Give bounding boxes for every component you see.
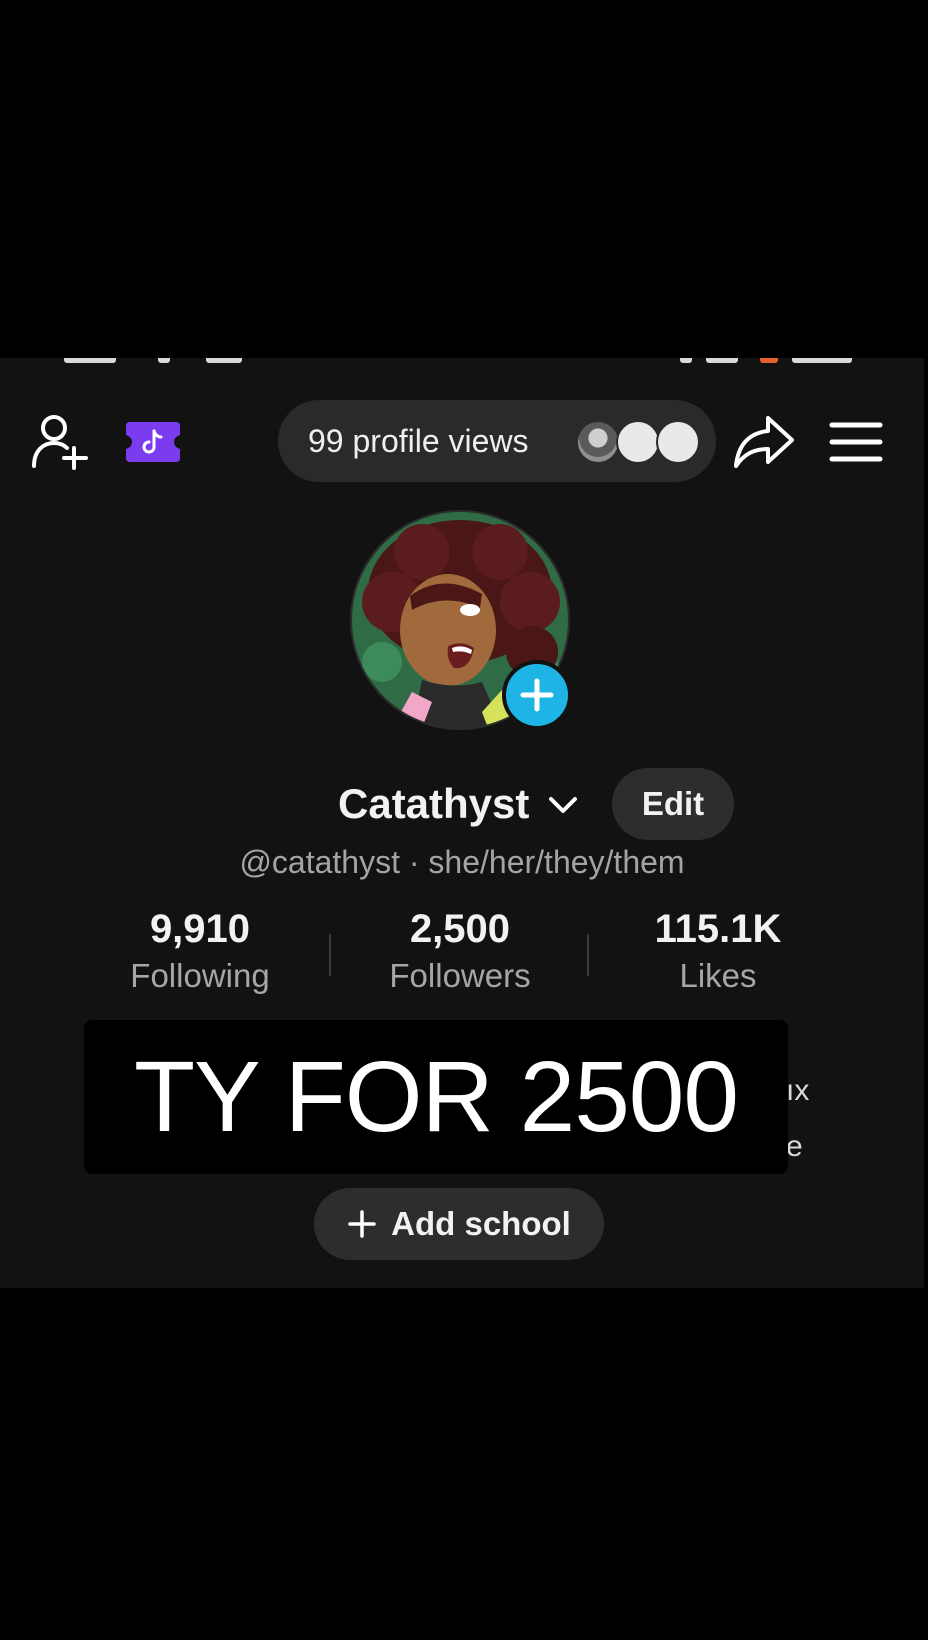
username-pronouns: @catathyst · she/her/they/them: [239, 844, 685, 880]
share-button[interactable]: [732, 412, 796, 472]
avatar-container: [350, 510, 572, 730]
ticket-button[interactable]: [124, 420, 182, 464]
stat-value: 2,500: [409, 907, 511, 951]
profile-views-pill[interactable]: 99 profile views: [278, 400, 716, 482]
bio-fragment: ıx: [786, 1074, 810, 1107]
profile-views-label: 99 profile views: [308, 423, 529, 459]
stat-label: Following: [130, 957, 270, 994]
chevron-down-icon[interactable]: [546, 790, 580, 820]
viewer-avatar: [576, 420, 620, 464]
stat-likes[interactable]: 115.1K Likes: [598, 904, 838, 998]
ticket-icon: [126, 422, 180, 462]
name-row: Catathyst Edit: [0, 768, 924, 840]
viewer-avatar: [656, 420, 700, 464]
viewer-avatar: [616, 420, 660, 464]
stat-divider: [587, 934, 589, 976]
add-friend-icon: [32, 415, 88, 470]
menu-button[interactable]: [826, 412, 886, 472]
add-friend-button[interactable]: [30, 412, 92, 470]
bio-fragment: e: [786, 1130, 803, 1163]
status-bar-sliver: [0, 358, 924, 364]
page: 99 profile views Catathyst Edit @catathy…: [0, 0, 928, 1640]
caption-overlay: TY FOR 2500: [84, 1020, 788, 1174]
add-school-label: Add school: [391, 1205, 571, 1242]
stat-following[interactable]: 9,910 Following: [80, 904, 320, 998]
display-name[interactable]: Catathyst: [338, 768, 529, 840]
stat-value: 115.1K: [654, 907, 782, 951]
viewer-avatars: [576, 420, 708, 464]
stat-label: Followers: [389, 957, 531, 994]
profile-stats: 9,910 Following 2,500 Followers 115.1K L…: [0, 904, 924, 1004]
menu-icon: [829, 422, 883, 462]
add-photo-button[interactable]: [502, 660, 572, 730]
stat-followers[interactable]: 2,500 Followers: [340, 904, 580, 998]
share-icon: [734, 416, 794, 468]
plus-icon: [348, 1210, 376, 1238]
stat-label: Likes: [679, 957, 757, 994]
add-school-button[interactable]: Add school: [314, 1188, 604, 1260]
edit-profile-button[interactable]: Edit: [612, 768, 734, 840]
stat-divider: [329, 934, 331, 976]
plus-icon: [520, 678, 554, 712]
stat-value: 9,910: [149, 907, 251, 951]
top-bar: 99 profile views: [0, 398, 924, 482]
